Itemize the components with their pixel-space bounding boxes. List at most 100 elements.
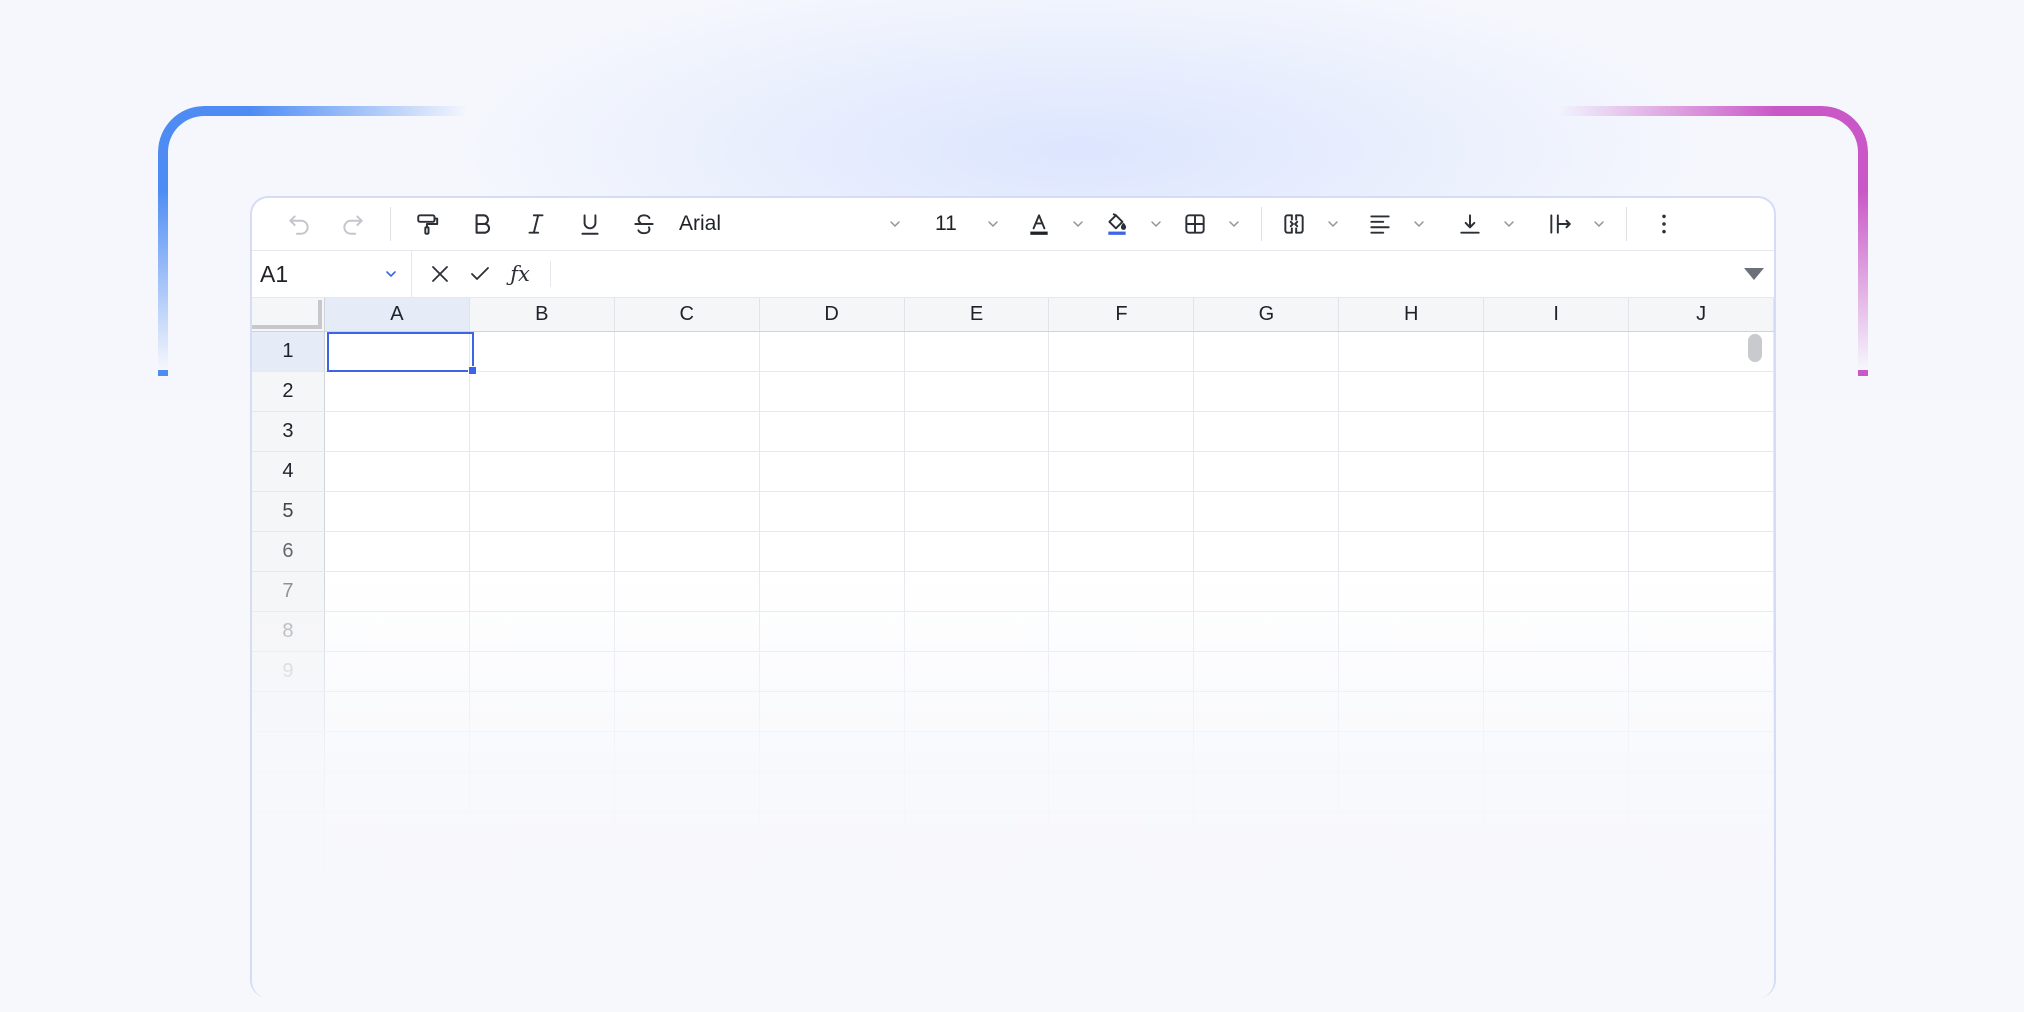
cell[interactable] — [470, 772, 615, 811]
cell[interactable] — [470, 372, 615, 411]
cell[interactable] — [1629, 572, 1774, 611]
cell[interactable] — [1339, 332, 1485, 371]
cell[interactable] — [1629, 852, 1774, 891]
cell[interactable] — [760, 372, 905, 411]
cell[interactable] — [760, 892, 905, 931]
cell[interactable] — [760, 612, 905, 651]
vertical-scrollbar[interactable] — [1748, 334, 1762, 362]
row-header[interactable]: 5 — [252, 492, 325, 531]
vertical-align-dropdown[interactable] — [1492, 216, 1526, 232]
cell[interactable] — [325, 892, 470, 931]
cell[interactable] — [615, 372, 760, 411]
cell[interactable] — [1629, 892, 1774, 931]
cell[interactable] — [1629, 932, 1774, 971]
cell[interactable] — [1049, 892, 1195, 931]
cell[interactable] — [905, 412, 1050, 451]
cell[interactable] — [1049, 492, 1195, 531]
cell[interactable] — [1339, 772, 1485, 811]
cell[interactable] — [905, 852, 1050, 891]
cell[interactable] — [1339, 612, 1485, 651]
cell[interactable] — [1629, 772, 1774, 811]
select-all-corner[interactable] — [252, 298, 325, 331]
cell[interactable] — [905, 572, 1050, 611]
cell[interactable] — [615, 852, 760, 891]
cell[interactable] — [1629, 652, 1774, 691]
cell[interactable] — [325, 492, 470, 531]
row-header[interactable]: 6 — [252, 532, 325, 571]
redo-button[interactable] — [326, 204, 380, 244]
cell[interactable] — [1049, 652, 1195, 691]
cell[interactable] — [615, 652, 760, 691]
cell[interactable] — [470, 532, 615, 571]
more-options-button[interactable] — [1637, 204, 1691, 244]
cell[interactable] — [615, 772, 760, 811]
cell[interactable] — [1194, 652, 1340, 691]
cell[interactable] — [905, 612, 1050, 651]
row-header[interactable] — [252, 692, 325, 731]
cell[interactable] — [1484, 612, 1630, 651]
text-wrap-dropdown[interactable] — [1582, 216, 1616, 232]
cell[interactable] — [615, 532, 760, 571]
cell[interactable] — [1339, 372, 1485, 411]
cell[interactable] — [1339, 812, 1485, 851]
cell[interactable] — [615, 932, 760, 971]
cell[interactable] — [1194, 812, 1340, 851]
cell[interactable] — [1484, 532, 1630, 571]
cell[interactable] — [325, 732, 470, 771]
cell[interactable] — [1049, 852, 1195, 891]
cell[interactable] — [760, 652, 905, 691]
cell[interactable] — [1194, 412, 1340, 451]
row-header[interactable]: 8 — [252, 612, 325, 651]
cell[interactable] — [470, 492, 615, 531]
cell[interactable] — [1339, 652, 1485, 691]
cell[interactable] — [760, 532, 905, 571]
function-button[interactable]: ƒx — [500, 262, 540, 286]
cell[interactable] — [1484, 572, 1630, 611]
merge-cells-button[interactable] — [1272, 204, 1316, 244]
cell[interactable] — [470, 332, 615, 371]
cell[interactable] — [1629, 532, 1774, 571]
cell[interactable] — [760, 452, 905, 491]
fill-handle[interactable] — [468, 366, 477, 375]
confirm-formula-button[interactable] — [460, 251, 500, 297]
cell[interactable] — [760, 812, 905, 851]
undo-button[interactable] — [272, 204, 326, 244]
cell[interactable] — [905, 332, 1050, 371]
cell[interactable] — [325, 372, 470, 411]
cell[interactable] — [1484, 772, 1630, 811]
cell[interactable] — [615, 812, 760, 851]
cell[interactable] — [1484, 692, 1630, 731]
cell[interactable] — [1339, 532, 1485, 571]
cell[interactable] — [1194, 572, 1340, 611]
cell[interactable] — [905, 372, 1050, 411]
row-header[interactable]: 4 — [252, 452, 325, 491]
cell[interactable] — [1484, 452, 1630, 491]
cell[interactable] — [1339, 692, 1485, 731]
cell[interactable] — [615, 892, 760, 931]
column-header-c[interactable]: C — [615, 298, 760, 331]
cell[interactable] — [760, 932, 905, 971]
selected-cell-a1[interactable] — [327, 332, 477, 375]
cell[interactable] — [1049, 412, 1195, 451]
cell[interactable] — [1484, 332, 1630, 371]
fill-color-dropdown[interactable] — [1139, 216, 1173, 232]
text-color-button[interactable] — [1017, 204, 1061, 244]
cell[interactable] — [1629, 692, 1774, 731]
cell[interactable] — [615, 412, 760, 451]
cell[interactable] — [1484, 852, 1630, 891]
cell[interactable] — [1049, 772, 1195, 811]
formula-input[interactable] — [551, 251, 1734, 297]
cell[interactable] — [1194, 452, 1340, 491]
column-header-d[interactable]: D — [760, 298, 905, 331]
cell[interactable] — [470, 692, 615, 731]
horizontal-align-button[interactable] — [1358, 204, 1402, 244]
cell[interactable] — [470, 572, 615, 611]
underline-button[interactable] — [563, 204, 617, 244]
cell[interactable] — [1629, 372, 1774, 411]
cell[interactable] — [1194, 492, 1340, 531]
cell[interactable] — [1194, 692, 1340, 731]
format-painter-button[interactable] — [401, 204, 455, 244]
cell[interactable] — [905, 492, 1050, 531]
cell[interactable] — [1339, 492, 1485, 531]
cell[interactable] — [905, 892, 1050, 931]
